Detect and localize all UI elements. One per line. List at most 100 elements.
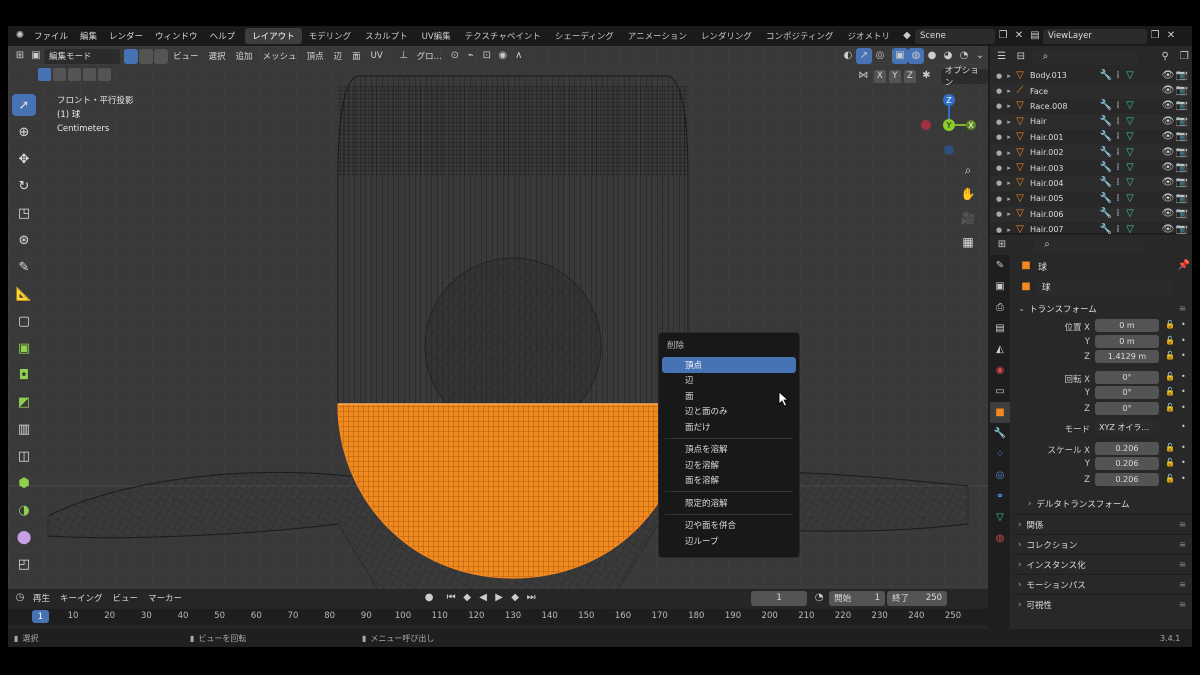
outliner-item-label[interactable]: Race.008	[1030, 102, 1080, 111]
current-frame-field[interactable]: 1	[751, 590, 808, 606]
timeline-editor-icon[interactable]: ◷	[12, 590, 28, 606]
lock-icon[interactable]: 🔓	[1165, 351, 1175, 360]
poly-build-tool-button[interactable]: ⬢	[12, 472, 36, 494]
scene-tab-icon[interactable]: ◭	[990, 339, 1010, 360]
mesh-data-icon[interactable]: ▽	[1124, 160, 1136, 176]
rotation-z-field[interactable]: 0°	[1095, 401, 1159, 415]
tab-shading[interactable]: シェーディング	[548, 28, 621, 44]
jump-start-icon[interactable]: ⏮	[443, 590, 459, 606]
menu-render[interactable]: レンダー	[103, 30, 149, 42]
next-keyframe-icon[interactable]: ◆	[507, 590, 523, 606]
menu-item-delete-edges[interactable]: 辺	[659, 373, 799, 389]
menu-vertex[interactable]: 頂点	[302, 50, 329, 62]
tab-animation[interactable]: アニメーション	[621, 28, 694, 44]
menu-help[interactable]: ヘルプ	[204, 30, 242, 42]
mesh-data-icon[interactable]: ▽	[1124, 98, 1136, 114]
select-tool-button[interactable]: ➚	[12, 94, 36, 116]
disclosure-icon[interactable]: ▸	[1004, 164, 1014, 172]
visibility-icon[interactable]: ◐	[840, 48, 856, 64]
outliner-editor-icon[interactable]: ☰	[994, 49, 1009, 65]
frame-ruler[interactable]: 1 10 20 30 40 50 60 70 80 90 100 110 120 130 140 150 16…	[8, 609, 988, 625]
tab-sculpt[interactable]: スカルプト	[358, 28, 415, 44]
world-tab-icon[interactable]: ◉	[990, 360, 1010, 381]
timeline-menu-marker[interactable]: マーカー	[143, 592, 187, 604]
editor-type-icon[interactable]: ⊞	[12, 48, 28, 64]
menu-window[interactable]: ウィンドウ	[149, 30, 204, 42]
gizmo-toggle-icon[interactable]: ↗	[856, 48, 872, 64]
output-tab-icon[interactable]: ⎙	[990, 297, 1010, 318]
keyframe-dot-icon[interactable]: •	[1181, 387, 1186, 396]
scale-tool-button[interactable]: ◳	[12, 202, 36, 224]
disclosure-icon[interactable]: ▸	[1004, 226, 1014, 234]
keyframe-dot-icon[interactable]: •	[1181, 443, 1186, 452]
outliner-row[interactable]: ● ▸ ▽ Hair 🔧 ⁞ ▽ 👁 📷	[990, 114, 1192, 130]
outliner-item-label[interactable]: Face	[1030, 87, 1080, 96]
outliner-item-label[interactable]: Hair.001	[1030, 133, 1080, 142]
copy-layer-icon[interactable]: ❐	[1147, 28, 1163, 44]
mirror-z-button[interactable]: Z	[903, 69, 916, 83]
menu-item-dissolve-edges[interactable]: 辺を溶解	[659, 457, 799, 473]
3d-viewport[interactable]: ⊞ ▣ 編集モード ビュー 選択 追加 メッシュ 頂点 辺 面 UV ⊥ グロ.…	[8, 46, 988, 589]
disclosure-icon[interactable]: ▸	[1004, 102, 1014, 110]
mesh-data-icon[interactable]: ▽	[1124, 114, 1136, 130]
tab-rendering[interactable]: レンダリング	[694, 28, 759, 44]
location-y-field[interactable]: 0 m	[1095, 334, 1159, 348]
eye-icon[interactable]: 👁	[1162, 191, 1175, 207]
options-dropdown[interactable]: オプション	[940, 66, 988, 88]
camera-render-icon[interactable]: 📷	[1176, 114, 1188, 130]
menu-item-collapse-edges-faces[interactable]: 辺や面を併合	[659, 518, 799, 534]
modifier-icon[interactable]: 🔧	[1100, 175, 1112, 191]
copy-icon[interactable]: ❐	[995, 28, 1011, 44]
measure-tool-button[interactable]: 📐	[12, 283, 36, 305]
modifier-icon[interactable]: 🔧	[1100, 129, 1112, 145]
disclosure-icon[interactable]: ▸	[1004, 149, 1014, 157]
camera-render-icon[interactable]: 📷	[1176, 206, 1188, 222]
play-reverse-icon[interactable]: ◀	[475, 590, 491, 606]
outliner-row[interactable]: ● ▸ ▽ Hair.004 🔧 ⁞ ▽ 👁 📷	[990, 175, 1192, 192]
material-shading-icon[interactable]: ◕	[940, 48, 956, 64]
expand-arrow-icon[interactable]: ●	[994, 118, 1004, 126]
vertex-select-button[interactable]	[124, 48, 138, 64]
loop-cut-tool-button[interactable]: ▥	[12, 418, 36, 440]
expand-arrow-icon[interactable]: ●	[994, 102, 1004, 110]
camera-render-icon[interactable]: 📷	[1176, 145, 1188, 161]
transform-panel-header[interactable]: ⌄ トランスフォーム ≡	[1012, 299, 1192, 319]
face-select-button[interactable]	[154, 48, 168, 64]
scale-x-field[interactable]: 0.206	[1095, 441, 1159, 455]
keyframe-dot-icon[interactable]: •	[1181, 403, 1186, 412]
blender-logo-icon[interactable]: ✺	[12, 28, 28, 44]
new-collection-icon[interactable]: ❐	[1177, 49, 1192, 65]
property-section-header[interactable]: › コレクション ≡	[1012, 534, 1192, 554]
camera-render-icon[interactable]: 📷	[1176, 68, 1188, 84]
particles-tab-icon[interactable]: ⁘	[990, 444, 1010, 465]
view-layer-selector[interactable]: ViewLayer	[1042, 28, 1147, 44]
modifier-icon[interactable]: 🔧	[1100, 98, 1112, 114]
annotate-tool-button[interactable]: ✎	[12, 256, 36, 278]
outliner-item-label[interactable]: Hair.005	[1030, 194, 1080, 203]
modifier-icon[interactable]: 🔧	[1100, 114, 1112, 130]
eye-icon[interactable]: 👁	[1162, 83, 1175, 99]
expand-arrow-icon[interactable]: ●	[994, 164, 1004, 172]
pivot-icon[interactable]: ⊙	[447, 48, 463, 64]
menu-face[interactable]: 面	[347, 50, 366, 62]
pin-icon[interactable]: 📌	[1176, 258, 1192, 274]
modifier-icon[interactable]: 🔧	[1100, 145, 1112, 161]
menu-edit[interactable]: 編集	[74, 30, 103, 42]
snap-icon[interactable]: ⌁	[463, 48, 479, 64]
drag-handle-icon[interactable]: ≡	[1179, 304, 1186, 314]
render-tab-icon[interactable]: ▣	[990, 276, 1010, 297]
camera-render-icon[interactable]: 📷	[1176, 83, 1188, 99]
outliner-item-label[interactable]: Hair.004	[1030, 179, 1080, 188]
modifier-tab-icon[interactable]: 🔧	[990, 423, 1010, 444]
vertex-group-icon[interactable]: ⁞	[1112, 175, 1124, 191]
clock-icon[interactable]: ◔	[811, 590, 827, 606]
tab-texture-paint[interactable]: テクスチャペイント	[458, 28, 548, 44]
display-mode-icon[interactable]: ⊟	[1013, 49, 1028, 65]
vertex-group-icon[interactable]: ⁞	[1112, 145, 1124, 161]
property-section-header[interactable]: › モーションパス ≡	[1012, 574, 1192, 594]
camera-render-icon[interactable]: 📷	[1176, 160, 1188, 176]
vertex-group-icon[interactable]: ⁞	[1112, 114, 1124, 130]
invert-selection-button[interactable]	[83, 68, 96, 81]
play-icon[interactable]: ▶	[491, 590, 507, 606]
scene-selector[interactable]: Scene	[914, 28, 995, 44]
